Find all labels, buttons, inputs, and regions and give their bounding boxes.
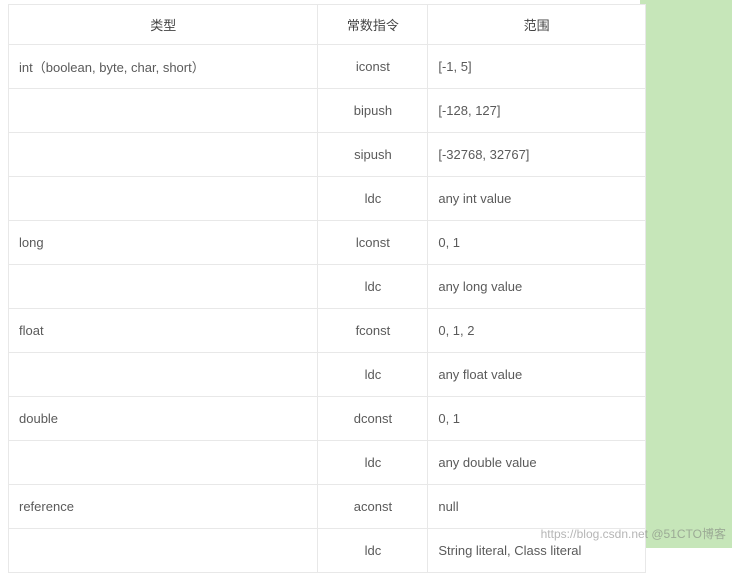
table-row: long lconst 0, 1 [9, 221, 646, 265]
cell-range: any float value [428, 353, 646, 397]
table-row: ldc any long value [9, 265, 646, 309]
header-type: 类型 [9, 5, 318, 45]
cell-instruction: iconst [318, 45, 428, 89]
cell-instruction: fconst [318, 309, 428, 353]
cell-type [9, 89, 318, 133]
table-row: ldc any int value [9, 177, 646, 221]
constants-table: 类型 常数指令 范围 int（boolean, byte, char, shor… [8, 4, 646, 573]
cell-instruction: sipush [318, 133, 428, 177]
cell-range: [-1, 5] [428, 45, 646, 89]
cell-type: float [9, 309, 318, 353]
cell-instruction: ldc [318, 353, 428, 397]
cell-range: [-128, 127] [428, 89, 646, 133]
cell-range: null [428, 485, 646, 529]
background-panel [640, 0, 732, 548]
cell-type [9, 177, 318, 221]
cell-type: int（boolean, byte, char, short） [9, 45, 318, 89]
table-row: bipush [-128, 127] [9, 89, 646, 133]
cell-type [9, 265, 318, 309]
cell-instruction: dconst [318, 397, 428, 441]
cell-instruction: aconst [318, 485, 428, 529]
table-row: ldc any float value [9, 353, 646, 397]
header-instruction: 常数指令 [318, 5, 428, 45]
cell-type [9, 353, 318, 397]
table-row: reference aconst null [9, 485, 646, 529]
cell-range: any long value [428, 265, 646, 309]
cell-type [9, 133, 318, 177]
cell-type [9, 441, 318, 485]
cell-type: double [9, 397, 318, 441]
cell-instruction: bipush [318, 89, 428, 133]
cell-type [9, 529, 318, 573]
table-row: float fconst 0, 1, 2 [9, 309, 646, 353]
cell-instruction: ldc [318, 441, 428, 485]
cell-range: 0, 1, 2 [428, 309, 646, 353]
cell-range: [-32768, 32767] [428, 133, 646, 177]
table-row: sipush [-32768, 32767] [9, 133, 646, 177]
cell-instruction: ldc [318, 529, 428, 573]
table-header-row: 类型 常数指令 范围 [9, 5, 646, 45]
table-container: 类型 常数指令 范围 int（boolean, byte, char, shor… [8, 4, 646, 573]
watermark-text: https://blog.csdn.net @51CTO博客 [541, 525, 726, 542]
table-row: double dconst 0, 1 [9, 397, 646, 441]
cell-type: reference [9, 485, 318, 529]
cell-type: long [9, 221, 318, 265]
cell-instruction: ldc [318, 265, 428, 309]
header-range: 范围 [428, 5, 646, 45]
cell-range: any double value [428, 441, 646, 485]
table-row: int（boolean, byte, char, short） iconst [… [9, 45, 646, 89]
table-row: ldc any double value [9, 441, 646, 485]
cell-instruction: lconst [318, 221, 428, 265]
cell-range: 0, 1 [428, 397, 646, 441]
cell-range: any int value [428, 177, 646, 221]
cell-range: 0, 1 [428, 221, 646, 265]
cell-instruction: ldc [318, 177, 428, 221]
